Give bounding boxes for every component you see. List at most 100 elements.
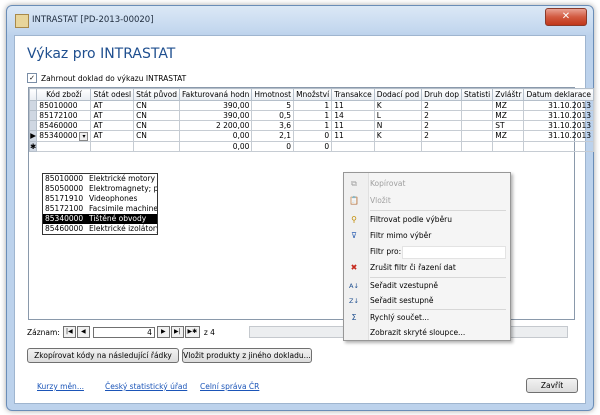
new-record-button[interactable]: ▶✱ <box>184 326 200 338</box>
table-cell[interactable]: CN <box>133 130 180 142</box>
table-cell[interactable] <box>36 140 92 152</box>
table-cell[interactable]: 2 <box>421 130 462 142</box>
table-cell[interactable] <box>421 140 462 152</box>
table-cell[interactable]: K <box>373 100 423 111</box>
table-cell[interactable]: 85340000 ▾ <box>36 130 92 142</box>
close-button[interactable]: Zavřít <box>526 378 578 393</box>
column-header[interactable]: Transakce <box>331 88 375 101</box>
table-row[interactable]: 85460000 AT CN 2 200,00 3,6 1 11 N 2 ST 31.10.2013 <box>28 120 595 131</box>
table-cell[interactable]: CN <box>133 100 180 111</box>
column-header[interactable]: Dodací pod <box>373 88 423 101</box>
table-cell[interactable]: 31.10.2013 <box>523 100 595 111</box>
select-all-corner[interactable] <box>28 88 38 101</box>
table-cell[interactable] <box>460 120 494 131</box>
table-cell[interactable]: 31.10.2013 <box>523 130 595 142</box>
table-cell[interactable] <box>460 100 494 111</box>
table-cell[interactable] <box>331 140 375 152</box>
current-record-input[interactable]: 4 <box>92 326 155 338</box>
table-row[interactable]: 85010000 AT CN 390,00 5 1 11 K 2 MZ 31.10.2013 <box>28 100 595 111</box>
table-cell[interactable]: 85010000 <box>36 100 92 111</box>
statistical-office-link[interactable]: Český statistický úřad <box>105 382 187 391</box>
table-cell[interactable]: 390,00 <box>178 100 253 111</box>
table-cell[interactable]: 1 <box>293 110 333 121</box>
insert-products-button[interactable]: Vložit produkty z jiného dokladu... <box>182 348 312 363</box>
table-cell[interactable]: 0 <box>251 140 295 152</box>
table-cell[interactable]: 11 <box>331 120 375 131</box>
previous-record-button[interactable]: ◀ <box>76 326 90 338</box>
table-row[interactable]: 85172100 AT CN 390,00 0,5 1 14 L 2 MZ 31.10.2013 <box>28 110 595 121</box>
table-cell[interactable]: 31.10.2013 <box>523 110 595 121</box>
dropdown-option[interactable]: 85050000 Elektromagnety; perm <box>43 184 157 194</box>
column-header[interactable]: Statisti <box>460 88 494 101</box>
window-close-button[interactable]: ✕ <box>545 8 587 26</box>
table-cell[interactable]: AT <box>90 110 135 121</box>
last-record-button[interactable]: ▶| <box>170 326 184 338</box>
column-header[interactable]: Kód zboží <box>36 88 92 101</box>
dropdown-option[interactable]: 85172100 Facsimile machines <box>43 204 157 214</box>
dropdown-option[interactable]: 85171910 Videophones <box>43 194 157 204</box>
table-cell[interactable]: 1 <box>293 120 333 131</box>
table-cell[interactable] <box>492 140 525 152</box>
table-cell[interactable] <box>460 130 494 142</box>
column-header[interactable]: Hmotnost <box>251 88 295 101</box>
table-cell[interactable] <box>133 140 180 152</box>
table-cell[interactable] <box>373 140 423 152</box>
table-cell[interactable]: 0,00 <box>178 140 253 152</box>
menu-item-sort-ascending[interactable]: A↓ Seřadit vzestupně <box>344 278 510 293</box>
dropdown-option[interactable]: 85460000 Elektrické izolátory z <box>43 224 157 234</box>
menu-item-filter-by-selection[interactable]: ⚲ Filtrovat podle výběru <box>344 212 510 227</box>
table-cell[interactable]: 0 <box>293 130 333 142</box>
table-cell[interactable]: MZ <box>492 100 525 111</box>
column-header[interactable]: Zvláštr <box>492 88 525 101</box>
row-selector[interactable] <box>28 110 38 121</box>
filter-for-input[interactable] <box>402 246 506 259</box>
column-header[interactable]: Fakturovaná hodn <box>178 88 253 101</box>
table-cell[interactable]: MZ <box>492 130 525 142</box>
menu-item-quick-sum[interactable]: Σ Rychlý součet... <box>344 310 510 325</box>
table-row[interactable]: ▶ 85340000 ▾ AT CN 0,00 2,1 0 11 K 2 MZ 31.10.2013 <box>28 130 595 142</box>
menu-item-sort-descending[interactable]: Z↓ Seřadit sestupně <box>344 293 510 308</box>
first-record-button[interactable]: |◀ <box>62 326 76 338</box>
table-cell[interactable]: 85460000 <box>36 120 92 131</box>
table-cell[interactable]: AT <box>90 120 135 131</box>
table-cell[interactable]: CN <box>133 110 180 121</box>
copy-codes-button[interactable]: Zkopírovat kódy na následující řádky <box>27 348 179 363</box>
table-cell[interactable]: 11 <box>331 100 375 111</box>
column-header[interactable]: Množství <box>293 88 333 101</box>
table-cell[interactable]: 5 <box>251 100 295 111</box>
table-cell[interactable] <box>90 140 135 152</box>
table-cell[interactable]: 0 <box>293 140 333 152</box>
dropdown-option[interactable]: 85010000 Elektrické motory a ge <box>43 174 157 184</box>
table-cell[interactable] <box>460 110 494 121</box>
column-header[interactable]: Datum deklarace <box>523 88 595 101</box>
table-cell[interactable]: 390,00 <box>178 110 253 121</box>
menu-item-show-hidden-columns[interactable]: Zobrazit skryté sloupce... <box>344 325 510 340</box>
table-cell[interactable]: K <box>373 130 423 142</box>
new-record-row[interactable]: ✱ 0,00 0 0 <box>28 140 595 152</box>
column-header[interactable]: Stát odesl <box>90 88 135 101</box>
table-cell[interactable]: 0,00 <box>178 130 253 142</box>
table-cell[interactable]: 2 <box>421 100 462 111</box>
row-selector[interactable] <box>28 120 38 131</box>
menu-item-remove-filter[interactable]: ✖ Zrušit filtr či řazení dat <box>344 260 510 275</box>
row-selector[interactable] <box>28 100 38 111</box>
combo-dropdown-button[interactable]: ▾ <box>79 131 89 141</box>
table-cell[interactable]: 11 <box>331 130 375 142</box>
menu-item-copy[interactable]: ⧉ Kopírovat <box>344 176 510 191</box>
table-cell[interactable]: 0,5 <box>251 110 295 121</box>
column-header[interactable]: Stát původ <box>133 88 180 101</box>
table-cell[interactable] <box>523 140 595 152</box>
table-cell[interactable] <box>460 140 494 152</box>
table-cell[interactable]: 85172100 <box>36 110 92 121</box>
next-record-button[interactable]: ▶ <box>156 326 170 338</box>
table-cell[interactable]: L <box>373 110 423 121</box>
table-cell[interactable]: AT <box>90 130 135 142</box>
table-cell[interactable]: 2,1 <box>251 130 295 142</box>
table-cell[interactable]: 1 <box>293 100 333 111</box>
include-intrastat-checkbox-row[interactable]: ✓ Zahrnout doklad do výkazu INTRASTAT <box>27 73 186 83</box>
column-header[interactable]: Druh dop <box>421 88 462 101</box>
dropdown-option[interactable]: 85340000 Tištěné obvody <box>43 214 157 224</box>
table-cell[interactable]: 3,6 <box>251 120 295 131</box>
table-cell[interactable]: 14 <box>331 110 375 121</box>
menu-item-paste[interactable]: 📋 Vložit <box>344 193 510 208</box>
